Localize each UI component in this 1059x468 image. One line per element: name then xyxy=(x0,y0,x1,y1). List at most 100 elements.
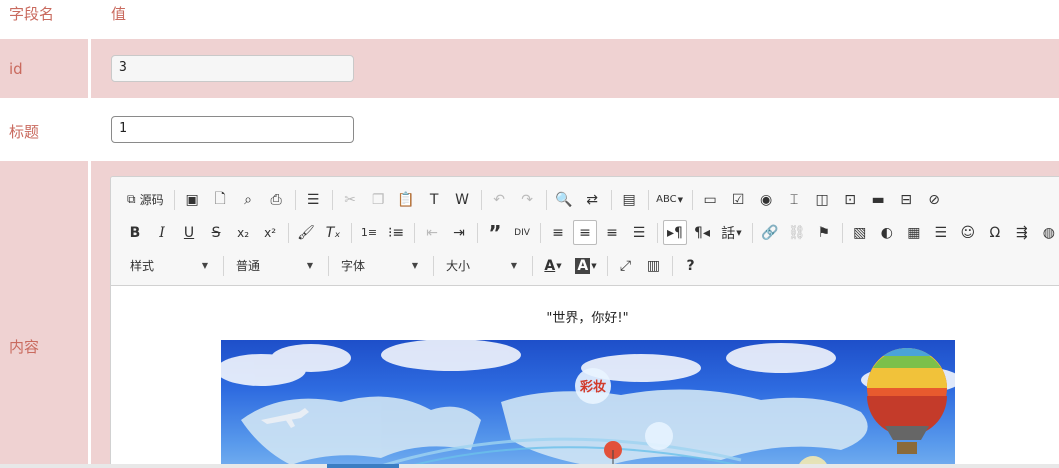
superscript-icon[interactable]: x² xyxy=(258,220,282,245)
spellcheck-icon[interactable]: ABC ▼ xyxy=(654,187,686,212)
save-icon[interactable]: ▣ xyxy=(180,187,205,212)
new-page-icon[interactable]: 🗋 xyxy=(208,187,233,212)
toolbar-separator xyxy=(751,222,753,243)
paste-icon[interactable]: 📋 xyxy=(394,187,419,212)
remove-format-icon[interactable]: Tₓ xyxy=(321,220,345,245)
bg-color-icon[interactable]: A ▼ xyxy=(571,253,601,278)
bulleted-list-icon[interactable]: ⁝≡ xyxy=(384,220,408,245)
toolbar-separator xyxy=(433,255,434,276)
toolbar-separator xyxy=(532,255,533,276)
underline-icon[interactable]: U xyxy=(177,220,201,245)
undo-icon[interactable]: ↶ xyxy=(487,187,512,212)
templates-icon[interactable]: ☰ xyxy=(301,187,326,212)
horizontal-rule-icon[interactable]: ☰ xyxy=(929,220,953,245)
align-center-icon[interactable]: ≡ xyxy=(573,220,598,245)
toolbar-row-2: B I U S x₂ x² 🖌 Tₓ 1≡ ⁝≡ ⇤ ⇥ ” DIV ≡ ≡ ≡… xyxy=(123,216,1059,249)
align-right-icon[interactable]: ≡ xyxy=(600,220,624,245)
hidden-field-icon[interactable]: ⊘ xyxy=(922,187,947,212)
find-icon[interactable]: 🔍 xyxy=(552,187,577,212)
styles-combo-label: 样式 xyxy=(130,259,155,273)
id-label: id xyxy=(9,60,23,78)
radio-icon[interactable]: ◉ xyxy=(754,187,779,212)
chevron-down-icon: ▼ xyxy=(306,261,313,270)
size-combo-label: 大小 xyxy=(446,259,471,273)
justify-icon[interactable]: ☰ xyxy=(627,220,651,245)
select-all-icon[interactable]: ▤ xyxy=(617,187,642,212)
chevron-down-icon: ▼ xyxy=(510,261,517,270)
toolbar-separator xyxy=(351,222,353,243)
textfield-icon[interactable]: ⌶ xyxy=(782,187,807,212)
chevron-down-icon: ▼ xyxy=(411,261,418,270)
image-icon[interactable]: ▧ xyxy=(848,220,872,245)
page-break-icon[interactable]: ⇶ xyxy=(1010,220,1034,245)
scrollbar-thumb[interactable] xyxy=(327,464,399,468)
special-char-icon[interactable]: Ω xyxy=(983,220,1007,245)
ltr-icon[interactable]: ▸¶ xyxy=(663,220,688,245)
copy-icon[interactable]: ❐ xyxy=(366,187,391,212)
toolbar-separator xyxy=(223,255,224,276)
id-input[interactable]: 3 xyxy=(111,55,354,82)
banner-tag-text: 彩妆 xyxy=(579,379,606,395)
cut-icon[interactable]: ✂ xyxy=(338,187,363,212)
unlink-icon[interactable]: ⛓ xyxy=(785,220,809,245)
toolbar-separator xyxy=(477,222,478,243)
toolbar-separator xyxy=(610,189,612,210)
button-icon[interactable]: ▬ xyxy=(866,187,891,212)
print-icon[interactable]: ⎙ xyxy=(264,187,289,212)
iframe-icon[interactable]: ◍ xyxy=(1037,220,1059,245)
redo-icon[interactable]: ↷ xyxy=(515,187,540,212)
anchor-icon[interactable]: ⚑ xyxy=(812,220,836,245)
toolbar-separator xyxy=(672,255,673,276)
toolbar-separator xyxy=(540,222,541,243)
title-label: 标题 xyxy=(9,123,40,141)
strike-icon[interactable]: S xyxy=(204,220,228,245)
checkbox-icon[interactable]: ☑ xyxy=(726,187,751,212)
toolbar-separator xyxy=(294,189,296,210)
replace-icon[interactable]: ⇄ xyxy=(580,187,605,212)
link-icon[interactable]: 🔗 xyxy=(758,220,782,245)
image-button-icon[interactable]: ⊟ xyxy=(894,187,919,212)
subscript-icon[interactable]: x₂ xyxy=(231,220,255,245)
table-icon[interactable]: ▦ xyxy=(902,220,926,245)
form-icon[interactable]: ▭ xyxy=(698,187,723,212)
smiley-icon[interactable]: ☺ xyxy=(956,220,980,245)
preview-icon[interactable]: ⌕ xyxy=(236,187,261,212)
toolbar-separator xyxy=(414,222,416,243)
horizontal-scrollbar[interactable] xyxy=(0,464,1059,468)
italic-icon[interactable]: I xyxy=(150,220,174,245)
flash-icon[interactable]: ◐ xyxy=(875,220,899,245)
font-combo[interactable]: 字体 ▼ xyxy=(334,253,426,278)
text-color-icon[interactable]: A ▼ xyxy=(538,253,568,278)
numbered-list-icon[interactable]: 1≡ xyxy=(357,220,381,245)
greeting-text: "世界，你好!" xyxy=(546,311,629,326)
paste-text-icon[interactable]: T xyxy=(422,187,447,212)
outdent-icon[interactable]: ⇤ xyxy=(420,220,444,245)
toolbar-separator xyxy=(328,255,329,276)
language-icon[interactable]: 話 ▼ xyxy=(717,220,746,245)
format-combo[interactable]: 普通 ▼ xyxy=(229,253,321,278)
show-blocks-icon[interactable]: ▥ xyxy=(641,253,666,278)
rtl-icon[interactable]: ¶◂ xyxy=(690,220,714,245)
column-divider xyxy=(88,39,91,98)
help-icon[interactable]: ? xyxy=(678,253,703,278)
toolbar-separator xyxy=(841,222,843,243)
blockquote-icon[interactable]: ” xyxy=(483,220,507,245)
bold-icon[interactable]: B xyxy=(123,220,147,245)
select-icon[interactable]: ⊡ xyxy=(838,187,863,212)
size-combo[interactable]: 大小 ▼ xyxy=(439,253,525,278)
align-left-icon[interactable]: ≡ xyxy=(546,220,570,245)
paste-word-icon[interactable]: W xyxy=(450,187,475,212)
toolbar-separator xyxy=(657,222,658,243)
font-combo-label: 字体 xyxy=(341,259,366,273)
copy-format-icon[interactable]: 🖌 xyxy=(294,220,318,245)
maximize-icon[interactable]: ⤢ xyxy=(613,253,638,278)
source-button[interactable]: ⧉ 源码 xyxy=(123,187,168,212)
editor-content[interactable]: "世界，你好!" 彩妆 xyxy=(111,286,1059,468)
styles-combo[interactable]: 样式 ▼ xyxy=(123,253,216,278)
title-input[interactable]: 1 xyxy=(111,116,354,143)
indent-icon[interactable]: ⇥ xyxy=(447,220,471,245)
textarea-icon[interactable]: ◫ xyxy=(810,187,835,212)
create-div-icon[interactable]: DIV xyxy=(510,220,534,245)
toolbar-separator xyxy=(647,189,649,210)
source-label: 源码 xyxy=(139,193,164,207)
